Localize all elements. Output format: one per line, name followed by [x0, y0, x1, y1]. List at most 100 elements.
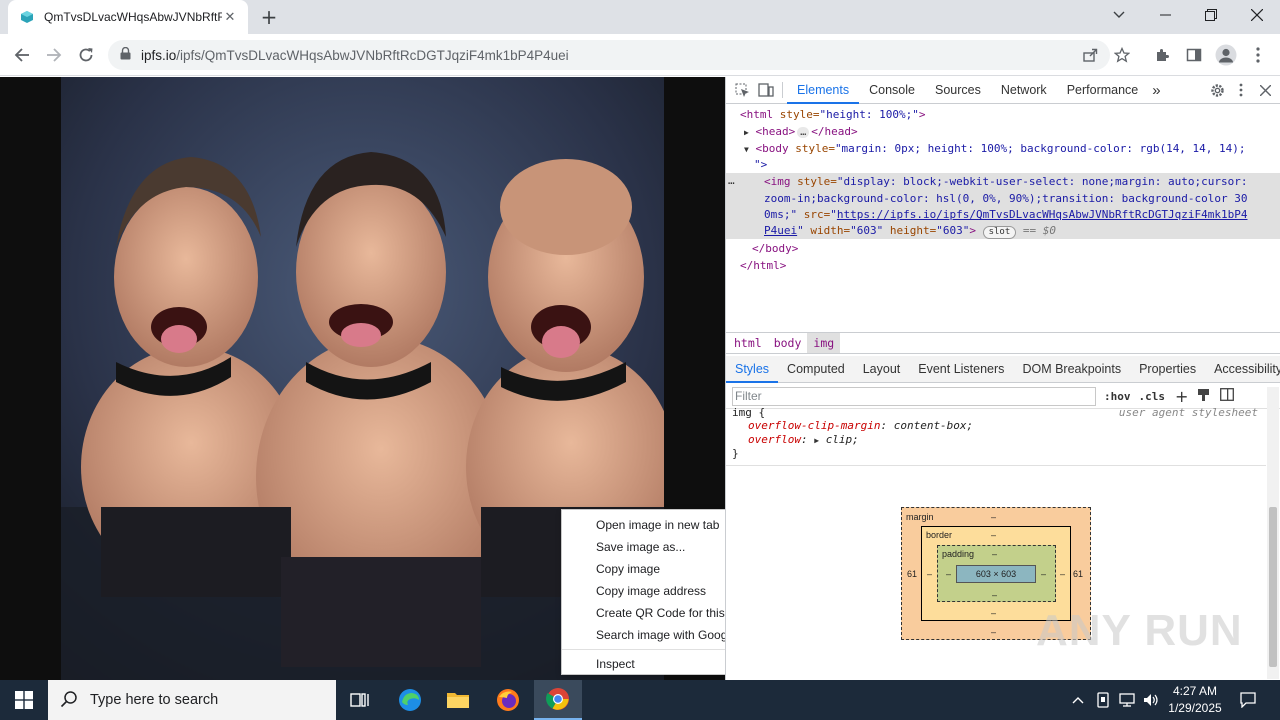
- share-icon[interactable]: [1076, 41, 1104, 69]
- border-left-value[interactable]: –: [927, 569, 932, 579]
- edge-browser-icon[interactable]: [386, 680, 434, 720]
- margin-left-value[interactable]: 61: [907, 569, 917, 579]
- hov-toggle[interactable]: :hov: [1104, 390, 1131, 403]
- file-explorer-icon[interactable]: [434, 680, 482, 720]
- url-host: ipfs.io: [141, 47, 177, 63]
- element-state-paint-icon[interactable]: [1197, 388, 1210, 405]
- border-right-value[interactable]: –: [1060, 569, 1065, 579]
- img-src-link: https://ipfs.io/ipfs/QmTvsDLvacWHqsAbwJV…: [836, 208, 1248, 221]
- ua-stylesheet-label: user agent stylesheet: [1118, 406, 1258, 419]
- slot-badge[interactable]: slot: [982, 226, 1017, 239]
- more-tabs-chevron-icon[interactable]: »: [1148, 77, 1164, 104]
- tab-network[interactable]: Network: [991, 77, 1057, 104]
- computed-sidebar-toggle-icon[interactable]: [1220, 388, 1235, 404]
- notification-center-icon[interactable]: [1236, 680, 1260, 720]
- settings-gear-icon[interactable]: [1205, 77, 1229, 104]
- restore-window-button[interactable]: [1188, 0, 1234, 30]
- padding-left-value[interactable]: –: [946, 569, 951, 579]
- selected-node-marker: == $0: [1022, 224, 1057, 237]
- styles-scrollbar[interactable]: [1267, 387, 1279, 679]
- devtools-panel: Elements Console Sources Network Perform…: [725, 77, 1280, 680]
- new-style-rule-plus-icon[interactable]: +: [1175, 387, 1188, 406]
- firefox-icon[interactable]: [484, 680, 532, 720]
- profile-avatar-icon[interactable]: [1212, 41, 1240, 69]
- padding-right-value[interactable]: –: [1041, 569, 1046, 579]
- box-model-content[interactable]: 603 × 603: [956, 565, 1036, 583]
- style-property-row[interactable]: overflow: ▶ clip;: [748, 433, 859, 448]
- styles-subtab-bar: Styles Computed Layout Event Listeners D…: [726, 356, 1280, 383]
- dom-html-close[interactable]: </html>: [740, 258, 786, 275]
- tab-elements[interactable]: Elements: [787, 77, 860, 104]
- breadcrumb-html[interactable]: html: [728, 333, 768, 353]
- tab-sources[interactable]: Sources: [925, 77, 991, 104]
- dom-html-node[interactable]: <html style="height: 100%;">: [740, 107, 925, 124]
- dom-tree: <html style="height: 100%;"> ▶ <head>… </…: [726, 105, 1280, 331]
- devtools-tab-bar: Elements Console Sources Network Perform…: [726, 77, 1280, 104]
- dom-body-close[interactable]: </body>: [752, 241, 798, 258]
- ipfs-cube-icon: [20, 10, 34, 24]
- close-window-button[interactable]: [1234, 0, 1280, 30]
- device-toolbar-icon[interactable]: [754, 77, 778, 104]
- chrome-icon[interactable]: [534, 680, 582, 720]
- anyrun-watermark: ANY RUN: [1036, 606, 1243, 655]
- clock-date: 1/29/2025: [1168, 701, 1222, 715]
- subtab-properties[interactable]: Properties: [1130, 356, 1205, 383]
- scrollbar-thumb[interactable]: [1269, 507, 1277, 667]
- search-icon: [60, 690, 78, 711]
- dom-img-node[interactable]: <img style="display: block;-webkit-user-…: [764, 174, 1247, 191]
- collapse-triangle-icon: ▼: [744, 145, 749, 154]
- margin-right-value[interactable]: 61: [1073, 569, 1083, 579]
- back-arrow-icon[interactable]: [8, 41, 36, 69]
- cls-toggle[interactable]: .cls: [1139, 390, 1166, 403]
- windows-start-icon[interactable]: [0, 680, 48, 720]
- browser-tab[interactable]: QmTvsDLvacWHqsAbwJVNbRftRcDGTJqziF4mk1bP…: [8, 0, 248, 34]
- subtab-dom-breakpoints[interactable]: DOM Breakpoints: [1013, 356, 1130, 383]
- windows-taskbar: Type here to search 4:27 AM 1/29/2025: [0, 680, 1280, 720]
- node-dots[interactable]: …: [728, 173, 735, 190]
- kebab-menu-icon[interactable]: [1244, 41, 1272, 69]
- bookmark-star-icon[interactable]: [1108, 41, 1136, 69]
- dom-body-node[interactable]: ▼ <body style="margin: 0px; height: 100%…: [744, 141, 1246, 159]
- taskbar-search-box[interactable]: Type here to search: [48, 680, 336, 720]
- url-text: ipfs.io/ipfs/QmTvsDLvacWHqsAbwJVNbRftRcD…: [141, 48, 569, 63]
- tab-title: QmTvsDLvacWHqsAbwJVNbRftRcDGTJqziF4mk1bP…: [44, 10, 222, 24]
- tray-chevron-up-icon[interactable]: [1068, 680, 1088, 720]
- rule-close-brace: }: [732, 447, 739, 460]
- close-devtools-icon[interactable]: [1253, 77, 1277, 104]
- device-icon[interactable]: [1092, 680, 1114, 720]
- clock-time: 4:27 AM: [1172, 684, 1218, 698]
- subtab-styles[interactable]: Styles: [726, 356, 779, 383]
- subtab-event-listeners[interactable]: Event Listeners: [909, 356, 1013, 383]
- rule-selector: img {: [732, 406, 766, 419]
- task-view-icon[interactable]: [336, 680, 384, 720]
- search-placeholder: Type here to search: [90, 692, 219, 708]
- reload-icon[interactable]: [72, 41, 100, 69]
- toolbar-divider: [782, 82, 783, 98]
- address-bar[interactable]: ipfs.io/ipfs/QmTvsDLvacWHqsAbwJVNbRftRcD…: [108, 40, 1110, 70]
- subtab-computed[interactable]: Computed: [778, 356, 854, 383]
- style-property-row[interactable]: overflow-clip-margin: content-box;: [748, 419, 973, 433]
- tab-performance[interactable]: Performance: [1057, 77, 1149, 104]
- network-icon[interactable]: [1116, 680, 1138, 720]
- extensions-puzzle-icon[interactable]: [1148, 41, 1176, 69]
- inspect-element-icon[interactable]: [730, 77, 754, 104]
- minimize-window-button[interactable]: [1142, 0, 1188, 30]
- browser-toolbar: ipfs.io/ipfs/QmTvsDLvacWHqsAbwJVNbRftRcD…: [0, 34, 1280, 76]
- breadcrumb-body[interactable]: body: [768, 333, 808, 353]
- lock-icon[interactable]: [120, 46, 131, 63]
- close-tab-icon[interactable]: ✕: [222, 9, 238, 25]
- dom-head-node[interactable]: ▶ <head>… </head>: [744, 124, 858, 142]
- tab-search-chevron-icon[interactable]: [1096, 0, 1142, 30]
- breadcrumb-img[interactable]: img: [807, 333, 841, 353]
- system-clock[interactable]: 4:27 AM 1/29/2025: [1156, 683, 1234, 717]
- side-panel-icon[interactable]: [1180, 41, 1208, 69]
- forward-arrow-icon[interactable]: [40, 41, 68, 69]
- tab-console[interactable]: Console: [859, 77, 925, 104]
- subtab-layout[interactable]: Layout: [854, 356, 910, 383]
- styles-filter-input[interactable]: Filter: [732, 386, 1096, 406]
- new-tab-button[interactable]: +: [256, 5, 282, 29]
- expand-triangle-icon: ▶: [744, 128, 749, 137]
- devtools-kebab-icon[interactable]: [1229, 77, 1253, 104]
- style-rules: img { user agent stylesheet overflow-cli…: [726, 406, 1266, 465]
- subtab-accessibility[interactable]: Accessibility: [1205, 356, 1280, 383]
